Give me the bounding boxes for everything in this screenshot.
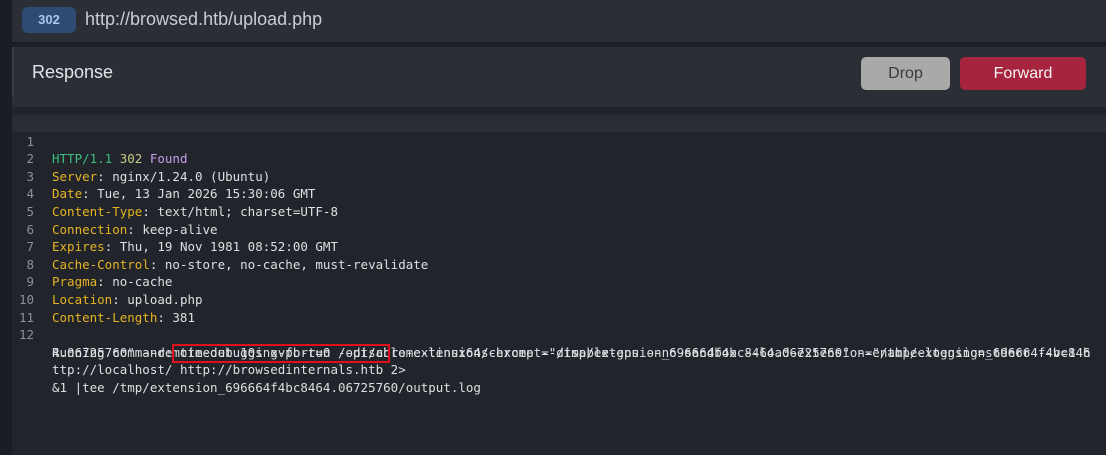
response-editor[interactable]: 1 HTTP/1.1 302 Found 2 Server: nginx/1.2…: [12, 107, 1106, 455]
code-line: 4 Content-Type: text/html; charset=UTF-8: [12, 168, 1106, 219]
panel-stripe: [12, 97, 1106, 107]
status-badge: 302: [22, 7, 76, 33]
highlight-box: [172, 344, 390, 363]
code-line: 2 Server: nginx/1.24.0 (Ubuntu): [12, 133, 1106, 184]
drop-button[interactable]: Drop: [861, 57, 950, 90]
code-line: 8 Pragma: no-cache: [12, 238, 1106, 290]
request-bar: 302 http://browsed.htb/upload.php: [12, 0, 1106, 43]
divider: [12, 43, 1106, 46]
code-line: 10 Content-Length: 381: [12, 273, 1106, 325]
code-line: 3 Date: Tue, 13 Jan 2026 15:30:06 GMT: [12, 150, 1106, 202]
request-url[interactable]: http://browsed.htb/upload.php: [85, 9, 322, 30]
code-line: 11: [12, 291, 1106, 325]
code-line: 6 Expires: Thu, 19 Nov 1981 08:52:00 GMT: [12, 203, 1106, 255]
response-header: Response Drop Forward: [12, 47, 1106, 97]
code-line-wrap: 4.06725760" --remote-debugging-port=0 --…: [12, 326, 1106, 360]
code-line: 12 Running command: timeout 10s xvfb-run…: [12, 309, 1106, 360]
response-title: Response: [32, 62, 114, 82]
panel-resize-handle[interactable]: [12, 47, 14, 97]
code-line: 9 Location: upload.php: [12, 256, 1106, 307]
code-line: 5 Connection: keep-alive: [12, 185, 1106, 237]
code-line-wrap: &1 |tee /tmp/extension_696664f4bc8464.06…: [12, 361, 1106, 395]
forward-button[interactable]: Forward: [960, 57, 1086, 90]
code-line: 7 Cache-Control: no-store, no-cache, mus…: [12, 221, 1106, 272]
code-line: 1 HTTP/1.1 302 Found: [12, 115, 1106, 167]
response-body-text: &1 |tee /tmp/extension_696664f4bc8464.06…: [52, 379, 481, 395]
